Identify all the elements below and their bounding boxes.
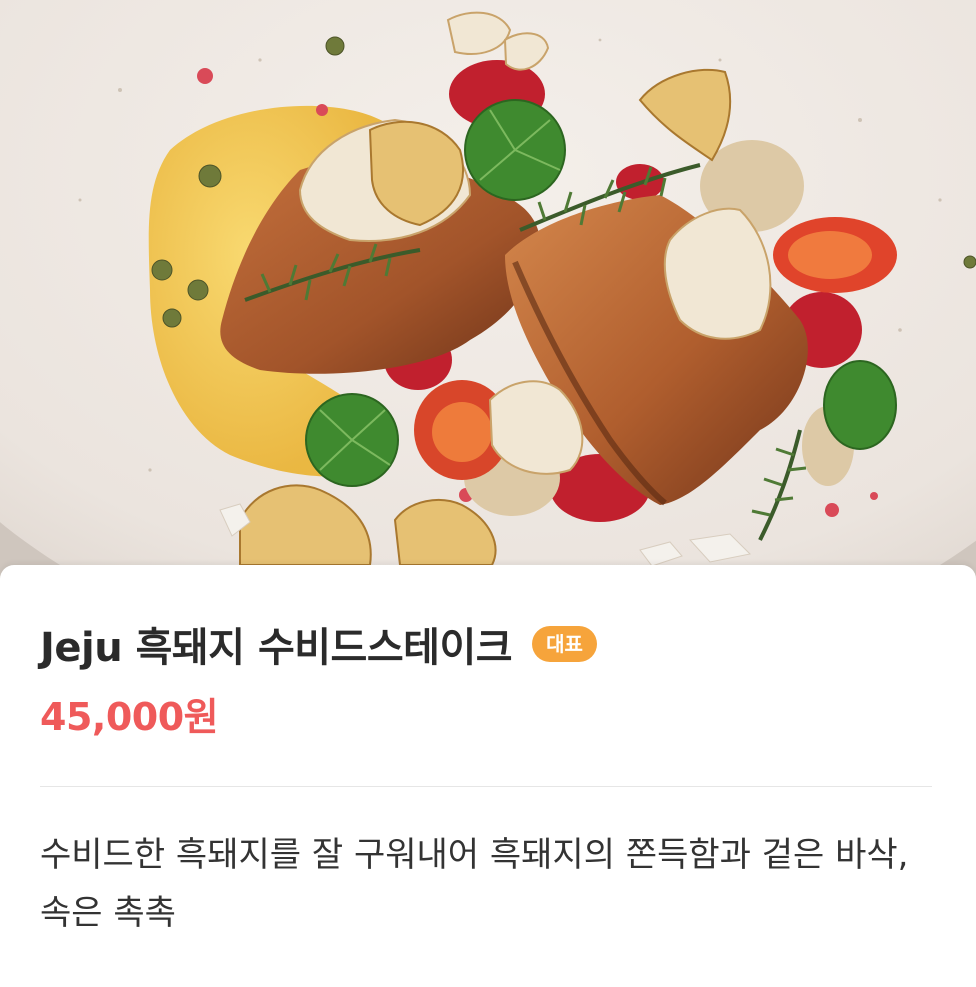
title-row: Jeju 흑돼지 수비드스테이크 대표: [40, 612, 597, 676]
menu-detail-page: Jeju 흑돼지 수비드스테이크 대표 45,000원 수비드한 흑돼지를 잘 …: [0, 0, 976, 987]
divider: [40, 786, 932, 787]
menu-description: 수비드한 흑돼지를 잘 구워내어 흑돼지의 쫀득함과 겉은 바삭, 속은 촉촉: [40, 835, 909, 933]
menu-title: Jeju 흑돼지 수비드스테이크: [40, 625, 513, 671]
menu-price: 45,000원: [40, 695, 219, 739]
signature-badge: 대표: [532, 626, 597, 662]
food-photo: [0, 0, 976, 600]
